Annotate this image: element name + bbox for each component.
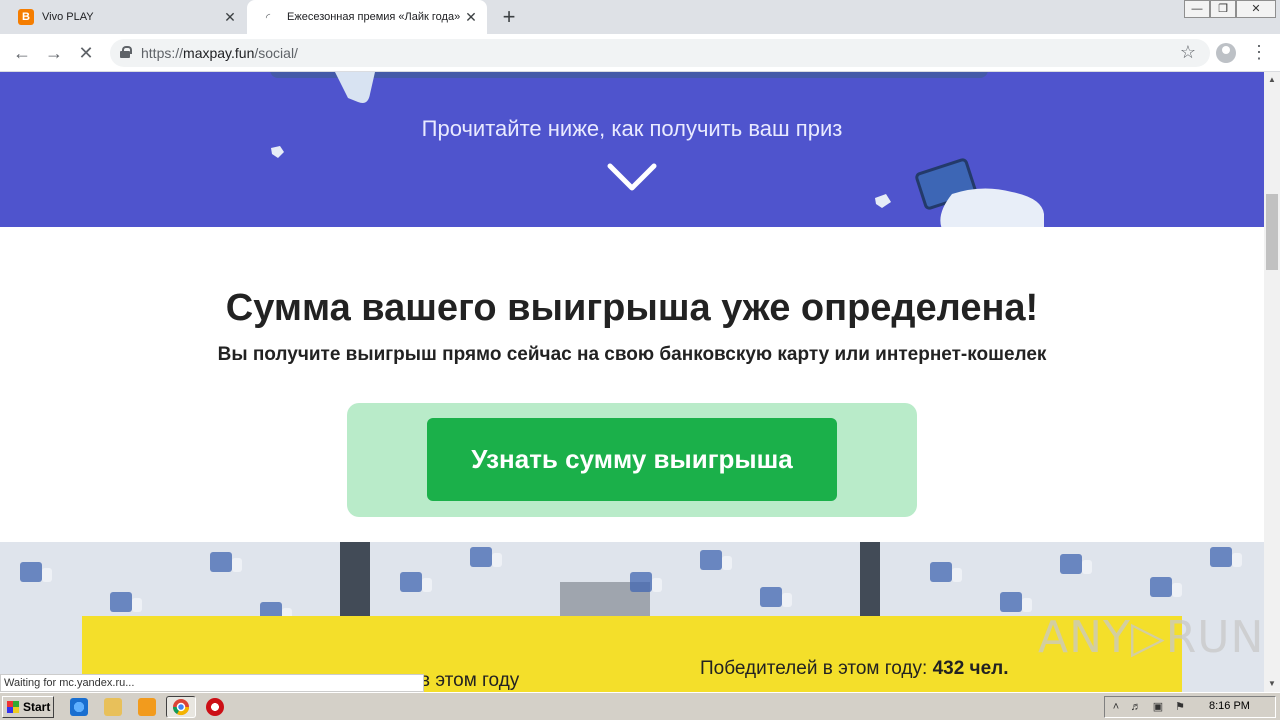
profile-avatar-icon[interactable] bbox=[1216, 43, 1236, 63]
tab-title: Vivo PLAY bbox=[42, 11, 94, 23]
scroll-up-arrow-icon[interactable]: ▲ bbox=[1264, 72, 1280, 88]
taskbar-clock[interactable]: 8:16 PM bbox=[1209, 700, 1250, 712]
screen: B Vivo PLAY ✕ ◜ Ежесезонная премия «Лайк… bbox=[0, 0, 1280, 720]
tab-like-of-year[interactable]: ◜ Ежесезонная премия «Лайк года» ✕ bbox=[247, 0, 487, 34]
windows-logo-icon bbox=[7, 701, 19, 713]
network-icon[interactable]: ▣ bbox=[1151, 700, 1165, 714]
like-thumb-icon bbox=[1000, 592, 1032, 612]
ie-icon[interactable] bbox=[70, 698, 88, 716]
url-host: maxpay.fun bbox=[183, 45, 255, 61]
system-tray: ˄ ♬ ▣ ⚑ 8:16 PM bbox=[1104, 696, 1276, 718]
hero-instruction-text: Прочитайте ниже, как получить ваш приз bbox=[421, 116, 843, 141]
start-button[interactable]: Start bbox=[2, 696, 54, 718]
address-bar[interactable]: https://maxpay.fun/social/ ☆ bbox=[110, 39, 1210, 67]
start-label: Start bbox=[23, 700, 51, 714]
like-thumb-icon bbox=[630, 572, 662, 592]
chevron-down-icon[interactable] bbox=[606, 162, 658, 194]
browser-menu-icon[interactable]: ⋮ bbox=[1250, 41, 1268, 65]
like-thumb-icon bbox=[1060, 554, 1092, 574]
like-thumb-icon bbox=[470, 547, 502, 567]
scroll-thumb[interactable] bbox=[1266, 194, 1278, 270]
url-text[interactable]: https://maxpay.fun/social/ bbox=[141, 45, 298, 61]
minimize-button[interactable]: — bbox=[1184, 0, 1210, 18]
like-thumb-icon bbox=[700, 550, 732, 570]
cta-container: Узнать сумму выигрыша bbox=[347, 403, 917, 517]
forward-button[interactable]: → bbox=[42, 41, 66, 65]
like-thumb-icon bbox=[210, 552, 242, 572]
like-thumb-icon bbox=[20, 562, 52, 582]
like-thumb-icon bbox=[760, 587, 792, 607]
page-title: Сумма вашего выигрыша уже определена! bbox=[225, 287, 1039, 329]
url-path: /social/ bbox=[254, 45, 298, 61]
opera-icon[interactable] bbox=[206, 698, 224, 716]
media-player-icon[interactable] bbox=[138, 698, 156, 716]
like-hand-decoration bbox=[335, 72, 375, 103]
page-subtitle: Вы получите выигрыш прямо сейчас на свою… bbox=[217, 344, 1047, 365]
page-scrollbar[interactable]: ▲ ▼ bbox=[1264, 72, 1280, 692]
scroll-down-arrow-icon[interactable]: ▼ bbox=[1264, 676, 1280, 692]
like-thumb-icon bbox=[1210, 547, 1242, 567]
tab-title: Ежесезонная премия «Лайк года» bbox=[287, 11, 461, 23]
winners-count: Победителей в этом году: 432 чел. bbox=[700, 658, 1009, 680]
small-like-decoration bbox=[875, 194, 891, 208]
back-button[interactable]: ← bbox=[10, 41, 34, 65]
blogger-icon: B bbox=[18, 9, 34, 25]
like-thumb-icon bbox=[930, 562, 962, 582]
close-tab-icon[interactable]: ✕ bbox=[463, 9, 479, 25]
window-close-button[interactable]: ✕ bbox=[1236, 0, 1276, 18]
winners-label: Победителей в этом году: bbox=[700, 658, 933, 679]
like-thumb-icon bbox=[110, 592, 142, 612]
loading-icon: ◜ bbox=[265, 11, 271, 24]
windows-taskbar: Start ˄ ♬ ▣ ⚑ 8:16 PM bbox=[0, 692, 1280, 720]
like-hand-decoration bbox=[915, 158, 1044, 227]
volume-icon[interactable]: ♬ bbox=[1129, 700, 1143, 714]
chrome-icon bbox=[172, 699, 190, 716]
find-out-prize-button[interactable]: Узнать сумму выигрыша bbox=[427, 418, 837, 501]
chrome-taskbar-button[interactable] bbox=[166, 696, 196, 718]
browser-toolbar: ← → ✕ https://maxpay.fun/social/ ☆ ⋮ bbox=[0, 34, 1280, 72]
close-tab-icon[interactable]: ✕ bbox=[222, 9, 238, 25]
lock-icon[interactable] bbox=[120, 46, 132, 58]
anyrun-watermark: ANY▷RUN bbox=[1038, 612, 1265, 663]
stats-left-text: в этом году bbox=[420, 670, 520, 691]
small-like-decoration bbox=[271, 146, 284, 158]
bookmark-star-icon[interactable]: ☆ bbox=[1180, 42, 1196, 63]
hero-banner: Прочитайте ниже, как получить ваш приз bbox=[0, 72, 1264, 227]
like-thumb-icon bbox=[400, 572, 432, 592]
loading-status-text: Waiting for mc.yandex.ru... bbox=[0, 674, 424, 692]
restore-button[interactable]: ❐ bbox=[1210, 0, 1236, 18]
stop-loading-button[interactable]: ✕ bbox=[74, 41, 98, 65]
tab-vivo-play[interactable]: B Vivo PLAY ✕ bbox=[0, 0, 246, 34]
new-tab-button[interactable]: + bbox=[497, 6, 521, 30]
tab-strip: B Vivo PLAY ✕ ◜ Ежесезонная премия «Лайк… bbox=[0, 0, 1280, 34]
page-viewport: Прочитайте ниже, как получить ваш приз С… bbox=[0, 72, 1264, 692]
show-hidden-icons-icon[interactable]: ˄ bbox=[1109, 700, 1123, 714]
explorer-icon[interactable] bbox=[104, 698, 122, 716]
action-center-flag-icon[interactable]: ⚑ bbox=[1173, 700, 1187, 714]
like-thumb-icon bbox=[1150, 577, 1182, 597]
url-scheme: https:// bbox=[141, 45, 184, 61]
winners-value: 432 чел. bbox=[932, 658, 1009, 679]
